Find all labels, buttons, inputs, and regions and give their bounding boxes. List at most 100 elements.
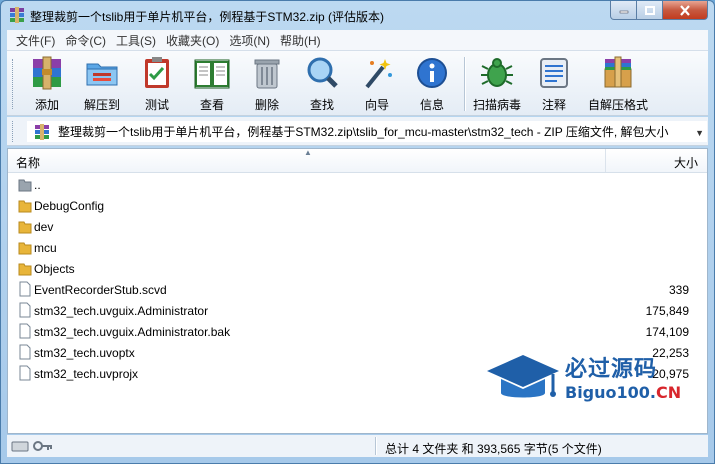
test-label: 测试 — [144, 98, 169, 112]
file-name: Objects — [34, 262, 75, 276]
view-button[interactable]: 查看 — [187, 55, 237, 113]
column-size-header[interactable]: 大小 — [606, 149, 707, 172]
file-name: stm32_tech.uvguix.Administrator.bak — [34, 325, 231, 339]
watermark-english-text: Biguo100.CN — [565, 383, 681, 402]
comment-icon — [540, 58, 568, 88]
add-label: 添加 — [34, 98, 59, 112]
list-item[interactable]: stm32_tech.uvguix.Administrator.bak 174,… — [8, 321, 707, 342]
watermark-chinese-text: 必过源码 — [565, 357, 658, 382]
sfx-format-button[interactable]: 自解压格式 — [585, 55, 651, 113]
toolbar-grip[interactable] — [12, 59, 15, 109]
test-checklist-icon — [145, 57, 169, 88]
address-bar: 整理裁剪一个tslib用于单片机平台，例程基于STM32.zip\tslib_f… — [7, 117, 708, 146]
menu-options[interactable]: 选项(N) — [224, 32, 275, 49]
parent-folder-icon — [18, 179, 32, 192]
close-button[interactable] — [663, 1, 708, 20]
sfx-format-label: 自解压格式 — [587, 98, 648, 112]
folder-icon — [18, 200, 32, 213]
info-label: 信息 — [419, 98, 444, 112]
find-label: 查找 — [309, 98, 334, 112]
comment-button[interactable]: 注释 — [529, 55, 579, 113]
watermark-tld-text: CN — [656, 383, 682, 402]
maximize-icon — [644, 5, 655, 15]
archive-icon — [35, 123, 49, 140]
file-name: mcu — [34, 241, 57, 255]
test-button[interactable]: 测试 — [132, 55, 182, 113]
virus-scan-icon — [481, 58, 513, 87]
book-view-icon — [194, 59, 230, 89]
app-window: 整理裁剪一个tslib用于单片机平台，例程基于STM32.zip (评估版本) … — [0, 0, 715, 464]
extract-to-button[interactable]: 解压到 — [77, 55, 127, 113]
menu-commands[interactable]: 命令(C) — [60, 32, 111, 49]
file-icon — [19, 344, 31, 360]
info-button[interactable]: 信息 — [407, 55, 457, 113]
dropdown-arrow-icon[interactable]: ▼ — [695, 128, 704, 138]
trash-icon — [254, 59, 280, 89]
watermark-logo: 必过源码 Biguo100.CN — [483, 349, 703, 415]
file-name: DebugConfig — [34, 199, 105, 213]
minimize-button[interactable] — [610, 1, 637, 20]
file-icon — [19, 365, 31, 381]
list-item[interactable]: EventRecorderStub.scvd 339 — [8, 279, 707, 300]
column-name-header[interactable]: ▲ 名称 — [8, 149, 606, 172]
find-button[interactable]: 查找 — [297, 55, 347, 113]
folder-icon — [18, 263, 32, 276]
file-icon — [19, 281, 31, 297]
window-title: 整理裁剪一个tslib用于单片机平台，例程基于STM32.zip (评估版本) — [30, 10, 385, 24]
menu-help[interactable]: 帮助(H) — [275, 32, 326, 49]
wizard-label: 向导 — [364, 98, 389, 112]
drive-key-icon[interactable] — [11, 439, 55, 453]
extract-folder-icon — [86, 63, 118, 86]
minimize-icon — [619, 10, 628, 14]
toolbar: 添加 解压到 测试 查看 删除 查找 向导 信息 扫描病毒 注释 自解压格式 — [7, 50, 708, 116]
menu-tools[interactable]: 工具(S) — [111, 32, 161, 49]
file-name: stm32_tech.uvoptx — [34, 346, 135, 360]
title-bar[interactable]: 整理裁剪一个tslib用于单片机平台，例程基于STM32.zip (评估版本) — [1, 1, 714, 29]
menu-favorites[interactable]: 收藏夹(O) — [161, 32, 224, 49]
status-separator — [375, 437, 377, 455]
column-name-label: 名称 — [16, 156, 41, 170]
file-name: .. — [34, 178, 41, 192]
sfx-box-icon — [604, 56, 632, 88]
watermark-domain-text: Biguo100. — [565, 383, 656, 402]
scan-virus-button[interactable]: 扫描病毒 — [472, 55, 522, 113]
maximize-button[interactable] — [637, 1, 663, 20]
view-label: 查看 — [199, 98, 224, 112]
address-path: 整理裁剪一个tslib用于单片机平台，例程基于STM32.zip\tslib_f… — [58, 125, 669, 139]
folder-icon — [18, 221, 32, 234]
close-icon — [680, 4, 690, 16]
status-summary: 总计 4 文件夹 和 393,565 字节(5 个文件) — [385, 442, 602, 456]
wand-icon — [365, 59, 392, 89]
address-grip[interactable] — [12, 121, 15, 142]
list-item[interactable]: DebugConfig — [8, 195, 707, 216]
toolbar-separator — [464, 57, 466, 111]
file-size: 339 — [668, 283, 689, 297]
delete-button[interactable]: 删除 — [242, 55, 292, 113]
path-field[interactable]: 整理裁剪一个tslib用于单片机平台，例程基于STM32.zip\tslib_f… — [27, 121, 707, 142]
list-item[interactable]: .. — [8, 174, 707, 195]
archive-add-icon — [33, 56, 61, 90]
file-size: 174,109 — [645, 325, 689, 339]
winrar-app-icon — [10, 7, 24, 23]
file-size: 175,849 — [645, 304, 689, 318]
file-icon — [19, 323, 31, 339]
sort-ascending-icon: ▲ — [304, 148, 312, 157]
menu-bar: 文件(F) 命令(C) 工具(S) 收藏夹(O) 选项(N) 帮助(H) — [7, 30, 708, 50]
list-item[interactable]: Objects — [8, 258, 707, 279]
scan-virus-label: 扫描病毒 — [472, 98, 521, 112]
file-name: stm32_tech.uvprojx — [34, 367, 139, 381]
column-size-label: 大小 — [673, 156, 698, 170]
magnifier-icon — [307, 57, 338, 88]
list-item[interactable]: dev — [8, 216, 707, 237]
list-item[interactable]: stm32_tech.uvguix.Administrator 175,849 — [8, 300, 707, 321]
status-bar: 总计 4 文件夹 和 393,565 字节(5 个文件) — [7, 435, 708, 457]
file-name: stm32_tech.uvguix.Administrator — [34, 304, 209, 318]
comment-label: 注释 — [541, 98, 566, 112]
folder-icon — [18, 242, 32, 255]
add-button[interactable]: 添加 — [22, 55, 72, 113]
list-item[interactable]: mcu — [8, 237, 707, 258]
delete-label: 删除 — [254, 98, 279, 112]
wizard-button[interactable]: 向导 — [352, 55, 402, 113]
extract-label: 解压到 — [83, 98, 120, 112]
menu-file[interactable]: 文件(F) — [11, 32, 60, 49]
